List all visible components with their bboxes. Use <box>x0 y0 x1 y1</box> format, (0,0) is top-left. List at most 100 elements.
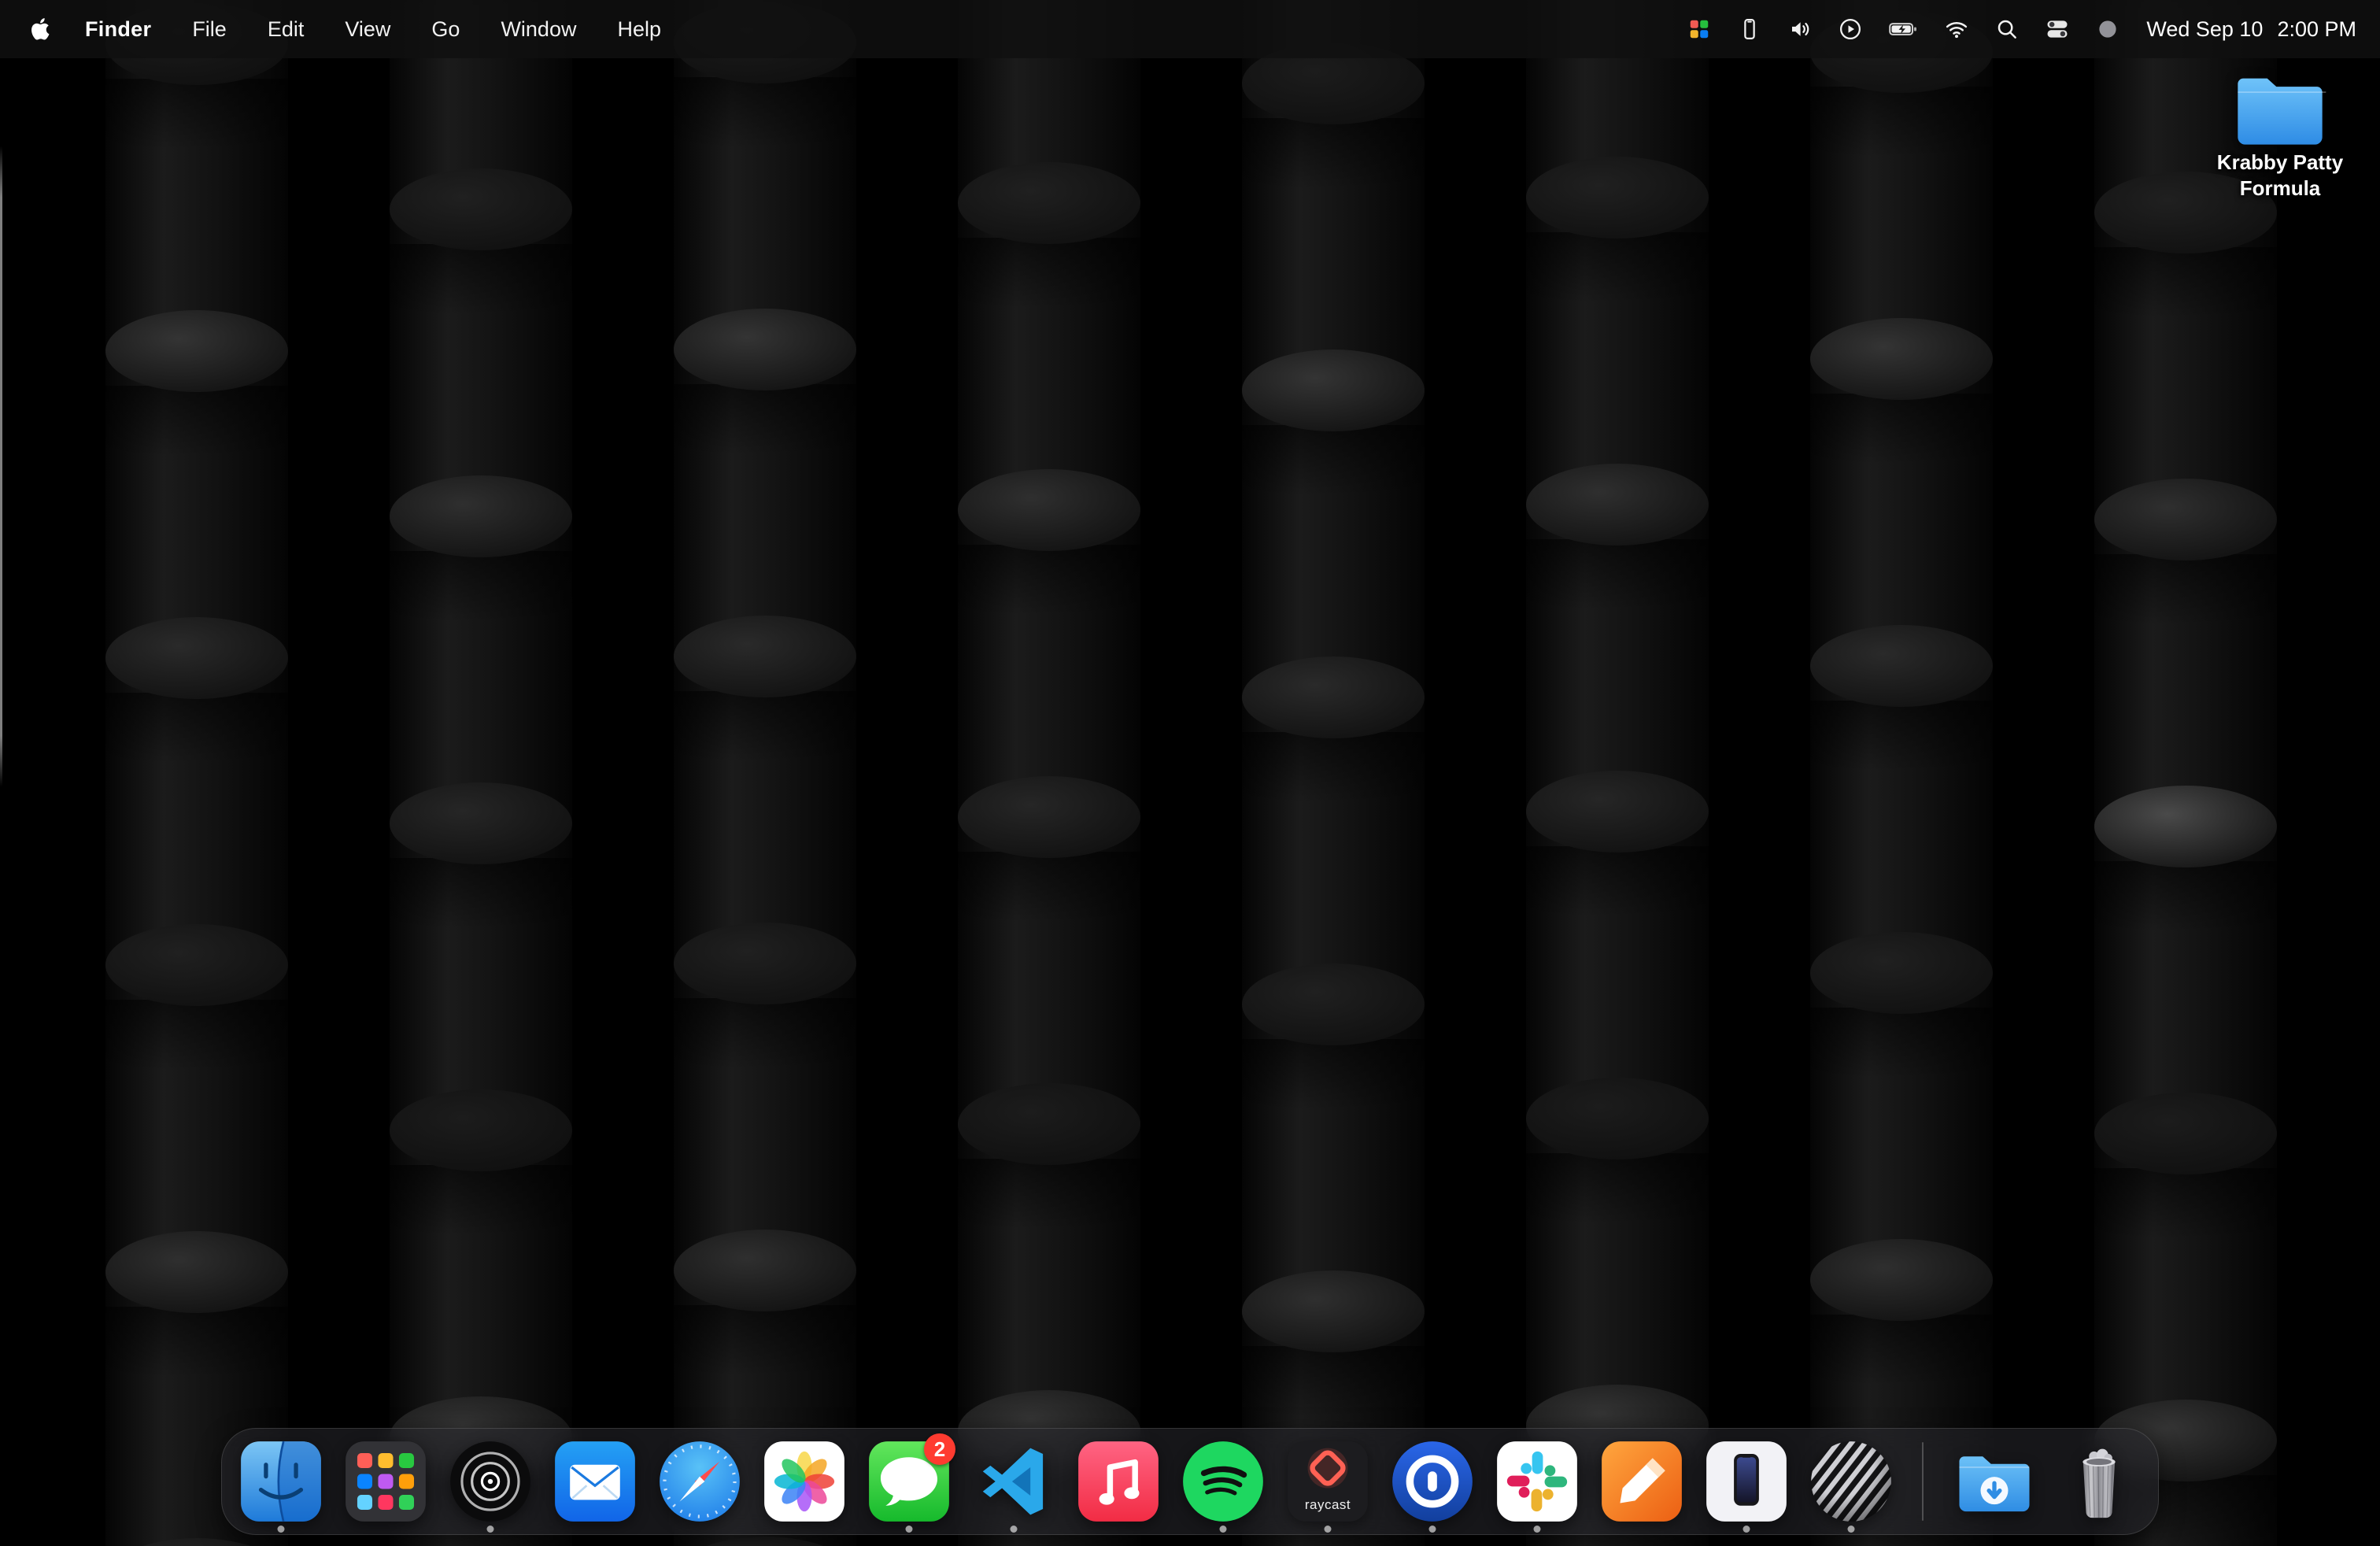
wallpaper-cylinder-cap <box>1810 625 1993 707</box>
dock-striped-sphere-app[interactable] <box>1809 1440 1893 1523</box>
control-center-icon[interactable] <box>2046 17 2069 41</box>
wallpaper-cylinder-shadow <box>390 858 572 929</box>
wallpaper-cylinder-shadow <box>1526 539 1709 610</box>
spotify-icon <box>1181 1440 1265 1523</box>
wallpaper-cylinder-shadow <box>1526 232 1709 303</box>
play-circle-icon[interactable] <box>1839 17 1862 41</box>
photos-icon <box>763 1440 846 1523</box>
spotlight-search-icon[interactable] <box>1995 17 2019 41</box>
active-app-name[interactable]: Finder <box>85 17 151 42</box>
menu-bar-time: 2:00 PM <box>2277 17 2356 42</box>
wallpaper-cylinder-cap <box>390 1089 572 1171</box>
menu-bar-clock[interactable]: Wed Sep 10 2:00 PM <box>2146 17 2356 42</box>
dock-1password[interactable] <box>1391 1440 1474 1523</box>
wallpaper-cylinder-shadow <box>1242 425 1425 496</box>
menu-help[interactable]: Help <box>617 17 661 42</box>
dock-spotify[interactable] <box>1181 1440 1265 1523</box>
wallpaper-cylinder-cap <box>674 616 856 697</box>
dock-messages[interactable]: 2 <box>867 1440 951 1523</box>
dock-launchpad[interactable] <box>344 1440 427 1523</box>
wallpaper-cylinder-cap <box>958 162 1140 244</box>
dock-photos[interactable] <box>763 1440 846 1523</box>
folder-icon <box>2234 69 2326 146</box>
dock-finder[interactable] <box>239 1440 323 1523</box>
wallpaper-cylinder-shadow <box>958 238 1140 309</box>
wifi-icon[interactable] <box>1945 17 1968 41</box>
status-icons <box>1687 17 2120 41</box>
phone-menu-extra-icon[interactable] <box>1738 17 1761 41</box>
dock-mail[interactable] <box>553 1440 637 1523</box>
wallpaper-cylinder-shadow <box>1242 732 1425 803</box>
menu-file[interactable]: File <box>192 17 227 42</box>
music-icon <box>1077 1440 1160 1523</box>
finder-icon <box>239 1440 323 1523</box>
wallpaper-cylinder-shadow <box>1242 1039 1425 1110</box>
wallpaper-cylinder-shadow <box>105 79 288 150</box>
desktop-icon-label: Krabby Patty Formula <box>2205 150 2355 201</box>
wallpaper-cylinder-column <box>2094 0 2277 1546</box>
wallpaper-cylinder-shadow <box>1526 846 1709 917</box>
dock-vscode[interactable] <box>972 1440 1055 1523</box>
wallpaper-cylinder-shadow <box>390 244 572 315</box>
wallpaper-cylinder-shadow <box>674 77 856 148</box>
dock-slack[interactable] <box>1495 1440 1579 1523</box>
battery-charging-icon[interactable] <box>1889 17 1919 41</box>
dock-divider <box>1922 1442 1924 1521</box>
wallpaper-cylinder-cap <box>674 1537 856 1546</box>
wallpaper-cylinder-cap <box>674 309 856 390</box>
menu-go[interactable]: Go <box>431 17 460 42</box>
wallpaper-cylinder-shadow <box>105 1307 288 1378</box>
wallpaper-cylinder-shadow <box>2094 247 2277 318</box>
running-indicator-dot <box>278 1526 285 1533</box>
wallpaper-cylinder-cap <box>390 168 572 250</box>
desktop-folder-krabby-patty-formula[interactable]: Krabby Patty Formula <box>2190 69 2371 201</box>
dock-raycast[interactable]: raycast <box>1286 1440 1369 1523</box>
wallpaper-cylinder-column <box>1242 0 1425 1546</box>
volume-icon[interactable] <box>1788 17 1812 41</box>
wallpaper-cylinder-shadow <box>2094 1168 2277 1239</box>
dock-trash[interactable] <box>2057 1440 2141 1523</box>
dock-downloads-folder[interactable] <box>1953 1440 2036 1523</box>
wallpaper-cylinder-cap <box>2094 1093 2277 1174</box>
striped-sphere-app-icon <box>1809 1440 1893 1523</box>
wallpaper-cylinder-cap <box>1810 932 1993 1014</box>
wallpaper-cylinder-shadow <box>674 998 856 1069</box>
dock-music[interactable] <box>1077 1440 1160 1523</box>
pen-app-icon <box>1600 1440 1683 1523</box>
apple-menu-icon[interactable] <box>28 14 54 44</box>
running-indicator-dot <box>1220 1526 1227 1533</box>
dock-container: 2 raycast <box>0 1428 2380 1535</box>
dock-pen-app[interactable] <box>1600 1440 1683 1523</box>
wallpaper <box>0 0 2380 1546</box>
dock-iphone-mirroring[interactable] <box>1705 1440 1788 1523</box>
menu-window[interactable]: Window <box>501 17 576 42</box>
running-indicator-dot <box>1743 1526 1750 1533</box>
menu-bar: Finder File Edit View Go Window Help Wed Sep … <box>0 0 2380 58</box>
running-indicator-dot <box>906 1526 913 1533</box>
wallpaper-cylinder-shadow <box>674 384 856 455</box>
wallpaper-cylinder-cap <box>390 782 572 864</box>
dock-rings-app[interactable] <box>449 1440 532 1523</box>
wallpaper-cylinder-shadow <box>1810 1315 1993 1385</box>
menu-view[interactable]: View <box>345 17 390 42</box>
1password-icon <box>1391 1440 1474 1523</box>
circle-menu-extra-icon[interactable] <box>2096 17 2119 41</box>
menu-bar-right: Wed Sep 10 2:00 PM <box>1687 17 2356 42</box>
slack-icon <box>1495 1440 1579 1523</box>
wallpaper-cylinder-column <box>674 0 856 1546</box>
trash-icon <box>2057 1440 2141 1523</box>
wallpaper-cylinder-shadow <box>1810 394 1993 464</box>
colorful-grid-menu-extra-icon[interactable] <box>1687 17 1711 41</box>
wallpaper-cylinder-column <box>1526 0 1709 1546</box>
wallpaper-cylinder-cap <box>105 924 288 1006</box>
running-indicator-dot <box>1429 1526 1436 1533</box>
menu-edit[interactable]: Edit <box>268 17 305 42</box>
wallpaper-cylinder-shadow <box>105 386 288 457</box>
menu-bar-left: Finder File Edit View Go Window Help <box>28 14 661 44</box>
wallpaper-cylinder-cap <box>1526 157 1709 239</box>
dock-safari[interactable] <box>658 1440 741 1523</box>
running-indicator-dot <box>487 1526 494 1533</box>
wallpaper-cylinder-shadow <box>390 551 572 622</box>
wallpaper-cylinder-shadow <box>390 1165 572 1236</box>
wallpaper-cylinder-shadow <box>105 1000 288 1071</box>
